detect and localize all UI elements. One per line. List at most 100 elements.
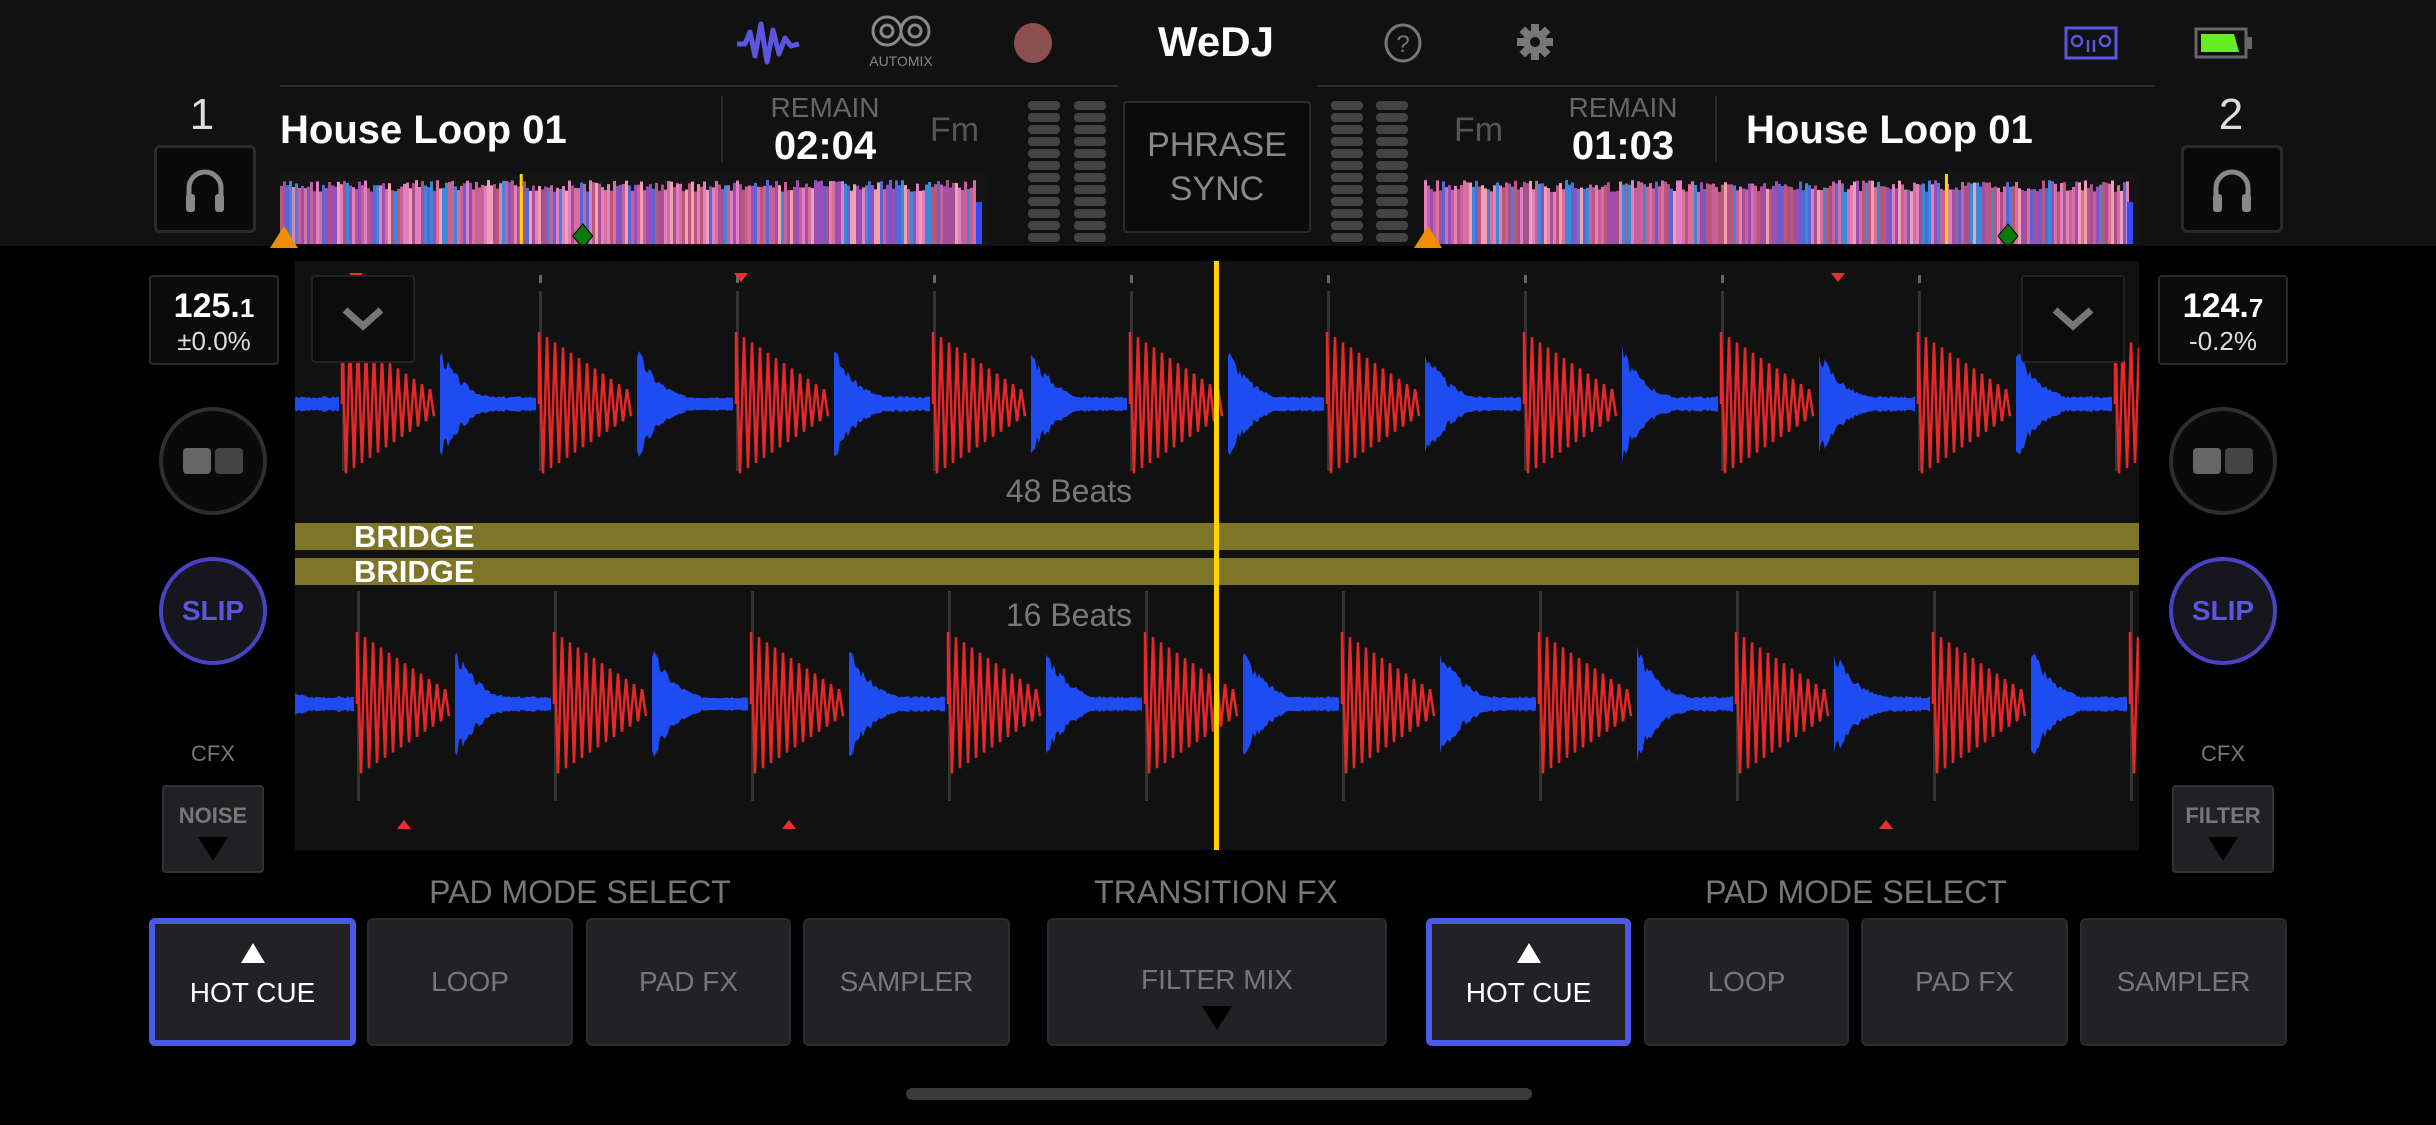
meter-segment (1376, 113, 1408, 122)
deck-2-headphone-cue-button[interactable] (2181, 145, 2283, 233)
deck-2-sync-button[interactable] (2169, 407, 2277, 515)
overview-bar (1706, 183, 1709, 244)
deck-1-headphone-cue-button[interactable] (154, 145, 256, 233)
beat-tick (1524, 275, 1527, 283)
automix-icon (871, 15, 931, 47)
divider (1715, 96, 1717, 162)
deck-2-pad-loop[interactable]: LOOP (1644, 918, 1849, 1046)
overview-bar (1616, 190, 1619, 244)
deck-1-pad-loop[interactable]: LOOP (367, 918, 573, 1046)
meter-segment (1074, 173, 1106, 182)
overview-bar (508, 182, 511, 244)
meter-segment (1376, 185, 1408, 194)
overview-bar (1964, 185, 1967, 244)
overview-bar (1757, 190, 1760, 244)
overview-bar (409, 188, 412, 244)
deck-1-remain-time[interactable]: 02:04 (760, 124, 890, 169)
overview-end (976, 202, 982, 244)
deck-device-icon[interactable] (2064, 26, 2118, 60)
deck-2-overview-waveform[interactable] (1424, 174, 2139, 244)
overview-bar (781, 191, 784, 244)
overview-bar (655, 182, 658, 244)
overview-bar (1814, 185, 1817, 244)
divider (721, 96, 723, 162)
deck-1-sync-button[interactable] (159, 407, 267, 515)
record-icon[interactable] (1014, 23, 1052, 63)
overview-bar (1535, 180, 1538, 244)
overview-bar (1679, 180, 1682, 244)
meter-segment (1331, 137, 1363, 146)
meter-segment (1028, 149, 1060, 158)
deck-2-pad-hot-cue[interactable]: HOT CUE (1426, 918, 1631, 1046)
overview-bar (745, 186, 748, 244)
overview-bar (1919, 184, 1922, 244)
deck-1-bpm-display[interactable]: 125.1 ±0.0% (149, 275, 279, 365)
waveform-hat (295, 396, 339, 412)
transition-fx-button[interactable]: FILTER MIX (1047, 918, 1387, 1046)
overview-bar (1898, 180, 1901, 244)
help-icon[interactable]: ? (1383, 22, 1423, 64)
overview-bar (856, 185, 859, 244)
deck-1-pad-hot-cue[interactable]: HOT CUE (149, 918, 356, 1046)
overview-bar (664, 189, 667, 244)
overview-bar (1529, 180, 1532, 244)
waveform-hat (1637, 645, 1733, 763)
gear-icon[interactable] (1515, 22, 1555, 62)
overview-bar (1976, 182, 1979, 244)
home-indicator[interactable] (906, 1088, 1532, 1100)
overview-bar (898, 185, 901, 244)
chevron-down-icon (342, 307, 384, 331)
deck-2-bpm-display[interactable]: 124.7 -0.2% (2158, 275, 2288, 365)
deck-1-pad-pad-fx[interactable]: PAD FX (586, 918, 791, 1046)
automix-button[interactable]: AUTOMIX (868, 14, 934, 69)
overview-svg (280, 174, 982, 244)
meter-segment (1376, 197, 1408, 206)
hot-cue-marker (1879, 820, 1893, 829)
overview-bar (790, 190, 793, 244)
overview-bar (1622, 184, 1625, 244)
overview-bar (2048, 180, 2051, 244)
overview-bar (442, 187, 445, 244)
deck-1-collapse-button[interactable] (311, 275, 415, 363)
overview-bar (1478, 186, 1481, 244)
overview-bar (1445, 187, 1448, 244)
meter-segment (1376, 137, 1408, 146)
deck-2-cfx-button[interactable]: FILTER (2172, 785, 2274, 873)
deck-1-slip-button[interactable]: SLIP (159, 557, 267, 665)
overview-bar (1790, 187, 1793, 244)
overview-bar (1586, 187, 1589, 244)
deck-1-pad-mode-label: PAD MODE SELECT (429, 874, 731, 910)
overview-bar (1724, 182, 1727, 244)
overview-bar (1571, 182, 1574, 244)
meter-segment (1376, 125, 1408, 134)
overview-bar (301, 185, 304, 244)
deck-2-pad-pad-fx[interactable]: PAD FX (1861, 918, 2068, 1046)
overview-bar (1640, 182, 1643, 244)
deck-1-pad-sampler[interactable]: SAMPLER (803, 918, 1010, 1046)
deck-1-key: Fm (930, 111, 980, 149)
waveform-kick (1916, 331, 2012, 474)
deck-2-remain-time[interactable]: 01:03 (1558, 124, 1688, 169)
overview-bar (769, 185, 772, 244)
overview-bar (1733, 185, 1736, 244)
phrase-sync-button[interactable]: PHRASE SYNC (1123, 101, 1311, 233)
deck-1-overview-waveform[interactable] (280, 174, 988, 244)
dropdown-triangle-icon (2208, 837, 2238, 861)
app-logo: WeDJ (1158, 18, 1274, 65)
overview-bar (1982, 181, 1985, 244)
deck-1-level-meter (1074, 101, 1106, 242)
overview-bar (1502, 187, 1505, 244)
deck-1-cfx-button[interactable]: NOISE (162, 785, 264, 873)
deck-2-collapse-button[interactable] (2021, 275, 2125, 363)
overview-bar (787, 190, 790, 244)
overview-bar (553, 191, 556, 244)
deck-2-pad-sampler[interactable]: SAMPLER (2080, 918, 2287, 1046)
overview-bar (907, 189, 910, 244)
overview-bar (1508, 183, 1511, 244)
overview-bar (1763, 183, 1766, 244)
deck-2-slip-button[interactable]: SLIP (2169, 557, 2277, 665)
overview-bar (610, 190, 613, 244)
waveform-icon[interactable] (735, 20, 801, 66)
overview-bar (1484, 188, 1487, 244)
overview-bar (1727, 184, 1730, 244)
